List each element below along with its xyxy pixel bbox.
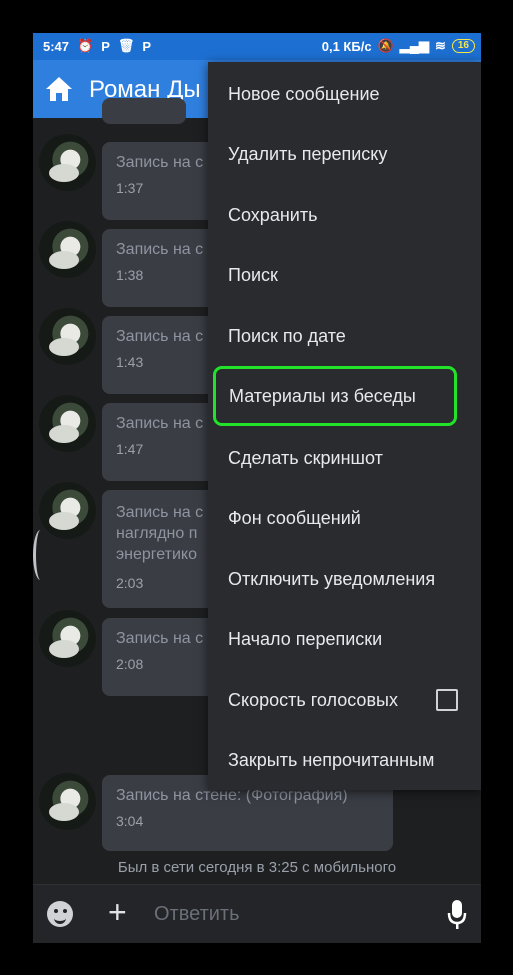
p-app-icon-2: P (142, 38, 152, 54)
input-bar: + Ответить (33, 884, 481, 943)
scroll-indicator[interactable] (33, 530, 48, 580)
overflow-menu: Новое сообщение Удалить переписку Сохран… (208, 62, 481, 790)
battery-icon: 16 (451, 39, 475, 53)
trash-icon: 🗑 (117, 38, 135, 53)
emoji-icon[interactable] (47, 901, 73, 927)
menu-item-delete-chat[interactable]: Удалить переписку (208, 124, 481, 184)
avatar[interactable] (39, 308, 96, 365)
menu-item-search-by-date[interactable]: Поиск по дате (208, 306, 481, 366)
wifi-icon: ≋ (434, 38, 446, 53)
microphone-icon[interactable] (447, 899, 467, 931)
status-bar: 5:47 ⏰ P 🗑 P 0,1 КБ/с 🔕 ▂▄▆ ≋ 16 (33, 33, 481, 60)
avatar[interactable] (39, 482, 96, 539)
avatar[interactable] (39, 773, 96, 830)
p-app-icon: P (101, 38, 110, 54)
menu-item-close-unread[interactable]: Закрыть непрочитанным (208, 730, 481, 790)
home-icon[interactable] (45, 76, 73, 102)
avatar[interactable] (39, 395, 96, 452)
alarm-icon: ⏰ (77, 38, 94, 53)
message-time: 3:04 (116, 813, 144, 829)
menu-item-chat-start[interactable]: Начало переписки (208, 609, 481, 669)
avatar[interactable] (39, 221, 96, 278)
menu-item-new-message[interactable]: Новое сообщение (208, 64, 481, 124)
network-speed: 0,1 КБ/с (321, 38, 372, 54)
message-bubble[interactable] (102, 98, 186, 124)
attach-plus-icon[interactable]: + (108, 896, 127, 928)
presence-status: Был в сети сегодня в 3:25 с мобильного (117, 859, 397, 876)
menu-item-disable-notifications[interactable]: Отключить уведомления (208, 549, 481, 609)
voice-speed-checkbox[interactable] (436, 689, 458, 711)
menu-item-save[interactable]: Сохранить (208, 185, 481, 245)
menu-item-conversation-materials[interactable]: Материалы из беседы (213, 366, 457, 426)
reply-input[interactable]: Ответить (154, 903, 240, 926)
status-time: 5:47 (43, 38, 70, 54)
avatar[interactable] (39, 610, 96, 667)
menu-item-message-background[interactable]: Фон сообщений (208, 488, 481, 548)
signal-icon: ▂▄▆ (399, 38, 429, 53)
menu-item-voice-speed[interactable]: Скорость голосовых (208, 670, 481, 730)
menu-item-screenshot[interactable]: Сделать скриншот (208, 428, 481, 488)
menu-item-voice-speed-label: Скорость голосовых (228, 690, 398, 710)
mute-icon: 🔕 (377, 38, 394, 53)
avatar[interactable] (39, 134, 96, 191)
menu-item-search[interactable]: Поиск (208, 245, 481, 305)
